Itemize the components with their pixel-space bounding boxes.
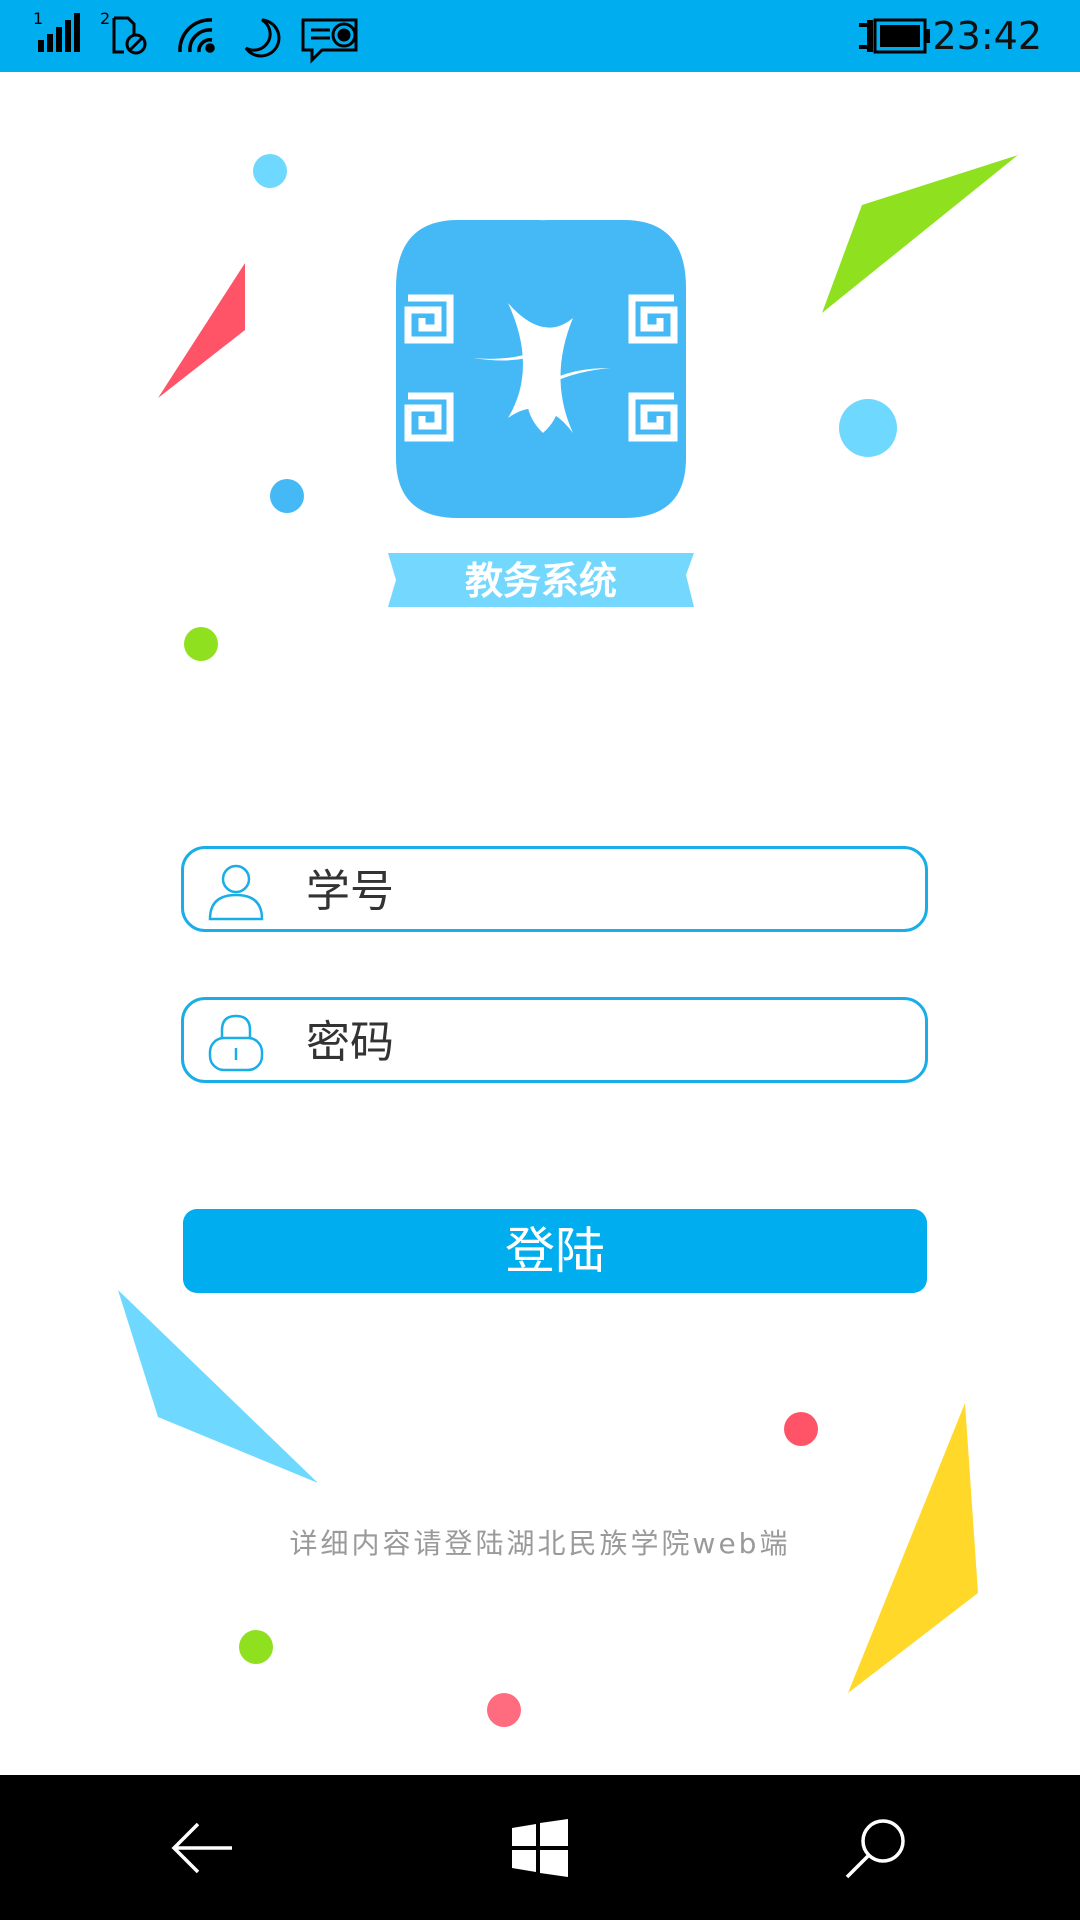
decor-dot	[184, 627, 218, 661]
user-icon	[208, 864, 264, 921]
password-input[interactable]	[304, 1012, 888, 1072]
footer-note: 详细内容请登陆湖北民族学院web端	[289, 1527, 791, 1560]
decor-dot	[239, 1630, 273, 1664]
search-icon	[845, 1818, 905, 1878]
decor-triangle-green	[822, 155, 1018, 313]
logo-banner-text: 教务系统	[465, 559, 617, 603]
app-logo: 教务系统	[388, 218, 694, 610]
status-icons: 1 2	[33, 9, 358, 64]
decor-dot	[270, 479, 304, 513]
clock: 23:42	[932, 14, 1042, 58]
start-button[interactable]	[440, 1775, 640, 1920]
decor-triangle-red	[158, 263, 245, 398]
decor-dot	[839, 399, 897, 457]
navigation-bar	[0, 1775, 1080, 1920]
login-button[interactable]: 登陆	[183, 1209, 927, 1293]
status-bar: 1 2 23:42	[0, 0, 1080, 72]
sim2-label: 2	[100, 9, 110, 28]
decor-dot	[487, 1693, 521, 1727]
sim2-no-signal-icon	[112, 16, 147, 55]
student-id-field[interactable]	[181, 846, 928, 932]
back-arrow-icon	[171, 1822, 232, 1873]
decor-triangle-lightblue	[118, 1290, 318, 1483]
back-button[interactable]	[103, 1775, 303, 1920]
decor-dot	[784, 1412, 818, 1446]
decor-dot	[253, 154, 287, 188]
quiet-hours-moon-icon	[244, 18, 281, 58]
password-field[interactable]	[181, 997, 928, 1083]
lock-icon	[208, 1014, 264, 1072]
battery-charging-icon	[859, 18, 930, 54]
sim1-label: 1	[33, 9, 43, 28]
wifi-icon	[178, 18, 215, 53]
windows-start-icon	[512, 1818, 568, 1877]
student-id-input[interactable]	[304, 861, 888, 921]
notification-icon	[301, 18, 358, 64]
signal-icon	[38, 13, 80, 52]
search-button[interactable]	[776, 1775, 976, 1920]
